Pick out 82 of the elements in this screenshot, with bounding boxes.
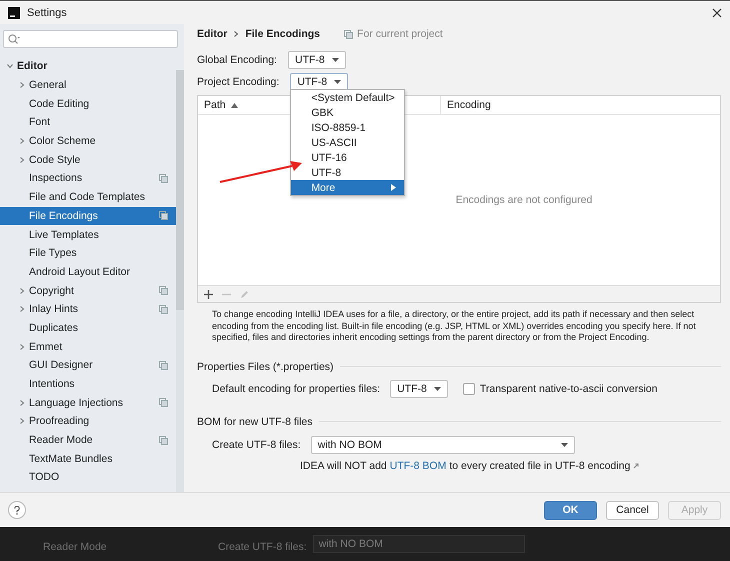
field-label: Default encoding for properties files: [212,382,380,394]
menu-item[interactable]: US-ASCII [291,135,404,150]
field-label: Global Encoding: [197,54,277,66]
scrollbar-thumb[interactable] [176,70,184,310]
add-icon[interactable] [204,290,213,298]
tree-item[interactable]: GUI Designer [0,356,176,375]
caret-icon [334,80,342,84]
section-title: BOM for new UTF-8 files [197,416,313,428]
column-header[interactable]: Encoding [447,99,491,111]
checkbox-label: Transparent native-to-ascii conversion [480,382,658,394]
section-title: Properties Files (*.properties) [197,360,334,372]
column-header[interactable]: Path [204,99,238,111]
note-text: IDEA will NOT add [300,460,387,472]
encoding-dropdown[interactable]: UTF-8 [390,380,448,398]
chevron-icon[interactable] [18,81,26,90]
checkbox[interactable] [462,382,475,394]
caret-icon [332,58,339,62]
tree-item[interactable]: TextMate Bundles [0,449,176,468]
tree-item[interactable]: General [0,76,176,94]
tree-item[interactable]: Live Templates [0,225,176,244]
tree-item[interactable]: Intentions [0,374,176,394]
chevron-icon[interactable] [18,286,26,295]
sort-icon [230,102,238,108]
tree-item[interactable]: Proofreading [0,412,176,431]
menu-item[interactable]: UTF-8 [291,165,404,180]
empty-text: Encodings are not configured [456,194,592,206]
description-text: To change encoding IntelliJ IDEA uses for a file, a directory, or the entire project, add its path if necessary and then select encoding from the encoding list. Built-in file encoding (e.g. JSP, HTML or XML) overrides encoding you specify here. If not specified, files and directories inherit encoding settings from the parent directory or from the Project Encoding. [212,309,697,344]
chevron-icon [233,30,240,38]
dialog-button[interactable]: OK [544,500,597,520]
menu-item[interactable]: GBK [291,105,404,120]
chevron-icon[interactable] [18,305,26,314]
dialog-button[interactable]: Cancel [606,500,659,520]
tree-item[interactable]: File Types [0,244,176,263]
chevron-icon[interactable] [6,62,14,70]
tree-item[interactable]: Reader Mode [0,430,176,450]
tree-item[interactable]: Editor [0,57,176,76]
tree-item[interactable]: Color Scheme [0,132,176,150]
search-field[interactable] [3,30,178,48]
chevron-icon[interactable] [18,137,26,146]
background-field: with NO BOM [312,535,525,553]
caret-icon [560,442,568,446]
menu-item[interactable]: UTF-16 [291,150,404,165]
help-icon [14,506,20,514]
caret-icon [434,386,441,390]
tree-item[interactable]: Emmet [0,337,176,356]
app-icon [8,6,20,18]
close-icon[interactable] [712,8,722,18]
field-label: Project Encoding: [197,76,280,88]
window-title: Settings [27,6,67,18]
tree-item[interactable]: Language Injections [0,393,176,412]
tree-item[interactable]: File Encodings [0,206,176,226]
breadcrumb-item: Editor [197,28,228,40]
tree-item[interactable]: Copyright [0,281,176,300]
scope-label: For current project [357,28,443,40]
search-icon [8,34,20,44]
help-button[interactable] [8,501,26,519]
tree-item[interactable]: Inlay Hints [0,300,176,319]
note-text: to every created file in UTF-8 encoding [449,460,630,472]
chevron-icon[interactable] [18,342,26,351]
menu-item[interactable]: More [291,180,404,195]
tree-item[interactable]: Font [0,113,176,132]
bom-dropdown[interactable]: with NO BOM [310,436,575,454]
menu-item[interactable]: <System Default> [291,90,404,105]
tree-item[interactable]: File and Code Templates [0,188,176,206]
chevron-icon[interactable] [18,156,26,164]
menu-item[interactable]: ISO-8859-1 [291,120,404,135]
background-field-label: Create UTF-8 files: [218,541,307,553]
background-sidebar-item: Reader Mode [43,541,108,553]
field-label: Create UTF-8 files: [212,438,301,450]
chevron-icon[interactable] [18,417,26,426]
chevron-icon[interactable] [18,398,26,407]
breadcrumb-item: File Encodings [245,28,320,40]
tree-item[interactable]: Inspections [0,169,176,188]
bom-link[interactable]: UTF-8 BOM [390,460,446,472]
encoding-dropdown[interactable]: UTF-8 [288,51,346,69]
tree-item[interactable]: Duplicates [0,318,176,338]
project-scope-icon [344,30,354,38]
external-link-icon [633,462,640,468]
tree-item[interactable]: Android Layout Editor [0,262,176,282]
tree-item[interactable]: Code Style [0,150,176,170]
tree-item[interactable]: TODO [0,468,176,487]
tree-item[interactable]: Code Editing [0,94,176,114]
